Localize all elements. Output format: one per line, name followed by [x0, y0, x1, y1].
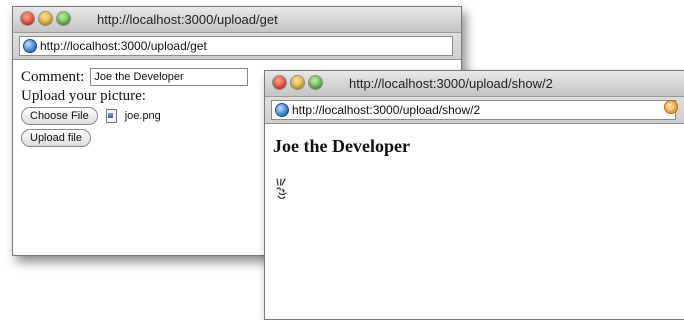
- file-icon: [105, 109, 117, 123]
- choose-file-button[interactable]: Choose File: [21, 107, 98, 125]
- selected-file-name: joe.png: [124, 110, 161, 122]
- page-content: Joe the Developer: [265, 124, 684, 218]
- globe-icon: [275, 103, 289, 117]
- reload-icon[interactable]: ↻: [664, 100, 678, 114]
- zoom-window-button[interactable]: [57, 12, 70, 25]
- upload-show-window: http://localhost:3000/upload/show/2 http…: [264, 70, 684, 320]
- traffic-lights: [21, 12, 70, 25]
- url-field[interactable]: http://localhost:3000/upload/show/2: [271, 100, 676, 120]
- window-title: http://localhost:3000/upload/get: [97, 12, 278, 27]
- address-bar: http://localhost:3000/upload/get: [13, 33, 461, 60]
- comment-label: Comment:: [21, 68, 85, 85]
- upload-file-button[interactable]: Upload file: [21, 129, 91, 147]
- close-window-button[interactable]: [273, 76, 286, 89]
- comment-input[interactable]: Joe the Developer: [90, 68, 249, 86]
- window-titlebar[interactable]: http://localhost:3000/upload/show/2: [265, 71, 684, 97]
- uploaded-picture: [276, 178, 287, 199]
- traffic-lights: [273, 76, 322, 89]
- page-heading: Joe the Developer: [273, 136, 410, 156]
- address-bar: http://localhost:3000/upload/show/2 ↻: [265, 97, 684, 124]
- window-title: http://localhost:3000/upload/show/2: [349, 76, 553, 91]
- minimize-window-button[interactable]: [291, 76, 304, 89]
- close-window-button[interactable]: [21, 12, 34, 25]
- minimize-window-button[interactable]: [39, 12, 52, 25]
- zoom-window-button[interactable]: [309, 76, 322, 89]
- window-titlebar[interactable]: http://localhost:3000/upload/get: [13, 7, 461, 33]
- url-text: http://localhost:3000/upload/get: [40, 39, 207, 53]
- url-text: http://localhost:3000/upload/show/2: [292, 103, 481, 117]
- globe-icon: [23, 39, 37, 53]
- url-field[interactable]: http://localhost:3000/upload/get: [19, 36, 453, 56]
